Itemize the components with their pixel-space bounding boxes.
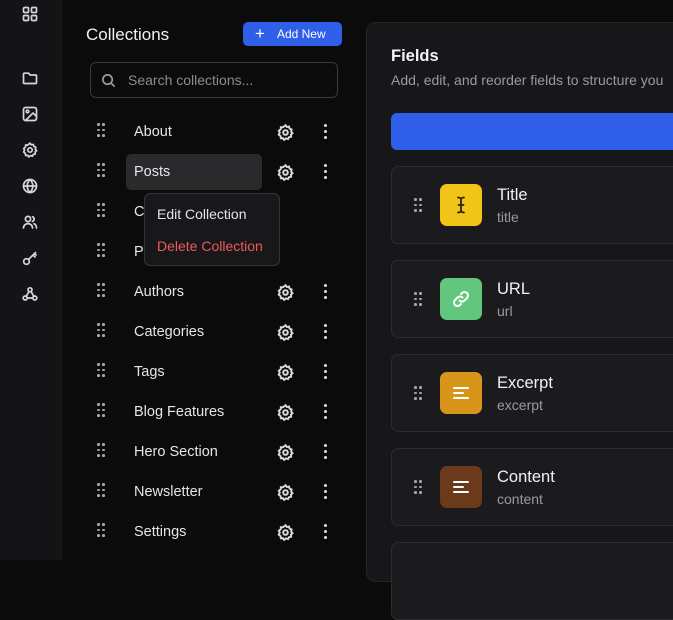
collection-label[interactable]: Posts	[126, 154, 262, 190]
gear-icon[interactable]	[277, 483, 294, 502]
drag-handle-icon[interactable]	[414, 480, 422, 494]
collections-title: Collections	[86, 25, 170, 44]
field-name: Title	[497, 186, 528, 204]
field-card[interactable]	[391, 542, 673, 620]
gear-icon[interactable]	[277, 403, 294, 422]
drag-handle-icon[interactable]	[97, 123, 105, 137]
field-card[interactable]: Excerpt excerpt	[391, 354, 673, 432]
gear-icon[interactable]	[277, 443, 294, 462]
more-options-icon[interactable]	[324, 324, 328, 340]
drag-handle-icon[interactable]	[97, 443, 105, 457]
collections-panel: Collections + Add New AboutPostsComments…	[62, 0, 366, 560]
field-card[interactable]: Content content	[391, 448, 673, 526]
search-input[interactable]	[128, 72, 328, 88]
collection-label[interactable]: Blog Features	[126, 394, 224, 430]
drag-handle-icon[interactable]	[97, 163, 105, 177]
more-options-icon[interactable]	[324, 444, 328, 460]
more-options-icon[interactable]	[324, 524, 328, 540]
users-icon[interactable]	[21, 213, 39, 231]
fields-panel: Fields Add, edit, and reorder fields to …	[366, 22, 673, 620]
collection-row[interactable]: About	[62, 112, 366, 148]
key-icon[interactable]	[21, 249, 39, 267]
link-icon	[440, 278, 482, 320]
collection-label[interactable]: Tags	[126, 354, 165, 390]
drag-handle-icon[interactable]	[97, 483, 105, 497]
collection-row[interactable]: Newsletter	[62, 472, 366, 508]
collection-label[interactable]: About	[126, 114, 172, 150]
collection-row[interactable]: Authors	[62, 272, 366, 308]
sidebar-rail	[0, 0, 62, 560]
collection-row[interactable]: Posts	[62, 152, 366, 190]
drag-handle-icon[interactable]	[97, 403, 105, 417]
settings-icon[interactable]	[21, 141, 39, 159]
gear-icon[interactable]	[277, 523, 294, 542]
field-name: Excerpt	[497, 374, 553, 392]
collection-row[interactable]: Hero Section	[62, 432, 366, 468]
collection-label[interactable]: Settings	[126, 514, 186, 550]
gear-icon[interactable]	[277, 123, 294, 142]
field-name: URL	[497, 280, 531, 298]
collection-label[interactable]: Newsletter	[126, 474, 203, 510]
more-options-icon[interactable]	[324, 364, 328, 380]
field-key: title	[497, 209, 519, 225]
align-left-icon	[440, 466, 482, 508]
gear-icon[interactable]	[277, 363, 294, 382]
plus-icon: +	[255, 24, 265, 43]
field-key: url	[497, 303, 513, 319]
more-options-icon[interactable]	[324, 484, 328, 500]
more-options-icon[interactable]	[324, 284, 328, 300]
more-options-icon[interactable]	[324, 164, 328, 180]
gear-icon[interactable]	[277, 323, 294, 342]
align-left-icon	[440, 372, 482, 414]
collection-row[interactable]: Blog Features	[62, 392, 366, 428]
field-key: excerpt	[497, 397, 543, 413]
collection-row[interactable]: Categories	[62, 312, 366, 348]
search-icon	[102, 73, 116, 87]
collection-label[interactable]: Authors	[126, 274, 184, 310]
gear-icon[interactable]	[277, 283, 294, 302]
drag-handle-icon[interactable]	[97, 243, 105, 257]
field-card[interactable]: Title title	[391, 166, 673, 244]
collection-label[interactable]: Categories	[126, 314, 204, 350]
grid-icon[interactable]	[21, 5, 39, 23]
field-key: content	[497, 491, 543, 507]
image-icon[interactable]	[21, 105, 39, 123]
field-card[interactable]: URL url	[391, 260, 673, 338]
webhook-icon[interactable]	[21, 285, 39, 303]
search-box[interactable]	[90, 62, 338, 98]
gear-icon[interactable]	[277, 163, 294, 182]
folder-icon[interactable]	[21, 69, 39, 87]
field-name: Content	[497, 468, 555, 486]
drag-handle-icon[interactable]	[97, 283, 105, 297]
more-options-icon[interactable]	[324, 124, 328, 140]
drag-handle-icon[interactable]	[97, 523, 105, 537]
drag-handle-icon[interactable]	[97, 203, 105, 217]
collection-context-menu: Edit Collection Delete Collection	[144, 193, 280, 266]
globe-icon[interactable]	[21, 177, 39, 195]
drag-handle-icon[interactable]	[414, 292, 422, 306]
delete-collection-menu-item[interactable]: Delete Collection	[157, 238, 263, 254]
add-field-button[interactable]	[391, 113, 673, 150]
collection-label[interactable]: Hero Section	[126, 434, 218, 470]
more-options-icon[interactable]	[324, 404, 328, 420]
collection-row[interactable]: Settings	[62, 512, 366, 548]
edit-collection-menu-item[interactable]: Edit Collection	[157, 206, 247, 222]
drag-handle-icon[interactable]	[97, 323, 105, 337]
add-new-button[interactable]: + Add New	[243, 22, 342, 46]
fields-title: Fields	[391, 47, 439, 65]
collection-row[interactable]: Tags	[62, 352, 366, 388]
drag-handle-icon[interactable]	[414, 386, 422, 400]
drag-handle-icon[interactable]	[414, 198, 422, 212]
add-new-label: Add New	[276, 27, 326, 41]
fields-subtitle: Add, edit, and reorder fields to structu…	[391, 72, 664, 88]
text-cursor-icon	[440, 184, 482, 226]
drag-handle-icon[interactable]	[97, 363, 105, 377]
